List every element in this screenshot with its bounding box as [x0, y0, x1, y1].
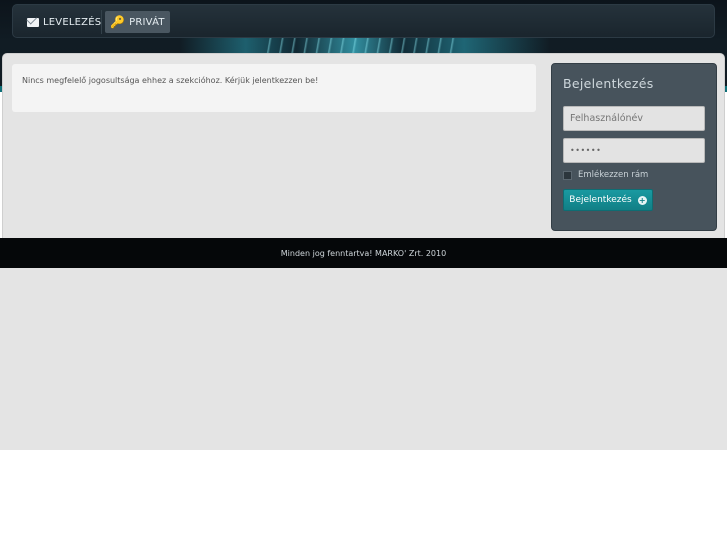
- nav-item-mail-label: LEVELEZÉS: [43, 16, 102, 28]
- mail-icon: [27, 17, 39, 27]
- lower-background-area: [0, 268, 727, 450]
- footer-bar: Minden jog fenntartva! MARKO' Zrt. 2010: [0, 238, 727, 268]
- nav-item-private[interactable]: 🔑 PRIVÁT: [105, 11, 170, 33]
- username-input[interactable]: [563, 106, 705, 131]
- permission-notice: Nincs megfelelő jogosultsága ehhez a sze…: [12, 64, 536, 112]
- nav-separator: [101, 10, 102, 34]
- login-title: Bejelentkezés: [563, 76, 654, 91]
- nav-item-mail[interactable]: LEVELEZÉS: [22, 11, 106, 33]
- remember-me[interactable]: Emlékezzen rám: [563, 170, 648, 180]
- login-box: Bejelentkezés Emlékezzen rám Bejelentkez…: [551, 63, 717, 231]
- remember-me-label: Emlékezzen rám: [578, 170, 649, 180]
- main-content-panel: Nincs megfelelő jogosultsága ehhez a sze…: [2, 53, 725, 241]
- top-nav-bar: LEVELEZÉS 🔑 PRIVÁT: [12, 4, 715, 38]
- page: LEVELEZÉS 🔑 PRIVÁT Nincs megfelelő jogos…: [0, 0, 727, 545]
- login-button[interactable]: Bejelentkezés +: [563, 189, 653, 211]
- key-icon: 🔑: [110, 15, 126, 29]
- copyright-text: Minden jog fenntartva! MARKO' Zrt. 2010: [280, 248, 447, 258]
- remember-me-checkbox[interactable]: [563, 170, 572, 180]
- permission-notice-text: Nincs megfelelő jogosultsága ehhez a sze…: [22, 76, 319, 85]
- plus-circle-icon: +: [637, 195, 647, 205]
- header-light-rays: [260, 38, 460, 54]
- password-input[interactable]: [563, 138, 705, 163]
- login-button-label: Bejelentkezés: [569, 195, 632, 205]
- nav-item-private-label: PRIVÁT: [129, 16, 165, 28]
